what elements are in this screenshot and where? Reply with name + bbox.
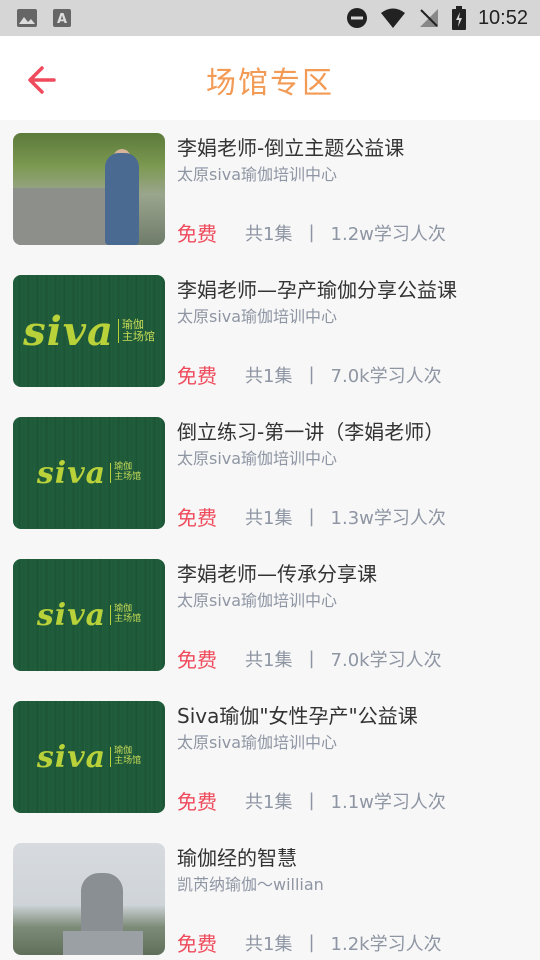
meta-separator: | (308, 506, 315, 527)
logo-cn-bottom: 主场馆 (114, 614, 142, 624)
learner-count: 7.0k学习人次 (330, 365, 442, 387)
course-meta: 免费 共1集 | 7.0k学习人次 (177, 360, 442, 389)
logo-brand: siva (36, 739, 107, 775)
meta-separator: | (308, 790, 315, 811)
logo-cn-bottom: 主场馆 (114, 472, 142, 482)
course-title: 李娟老师—孕产瑜伽分享公益课 (177, 278, 457, 302)
svg-text:A: A (57, 12, 67, 27)
course-item[interactable]: 李娟老师-倒立主题公益课 太原siva瑜伽培训中心 免费 共1集 | 1.2w学… (0, 120, 540, 262)
siva-logo: siva 瑜伽 主场馆 (37, 740, 141, 775)
siva-logo: siva 瑜伽 主场馆 (37, 456, 141, 491)
meta-separator: | (308, 364, 315, 385)
wifi-icon (380, 8, 405, 28)
font-icon: A (53, 9, 71, 27)
course-meta: 免费 共1集 | 1.2w学习人次 (177, 218, 446, 247)
course-org: 太原siva瑜伽培训中心 (177, 449, 338, 468)
clock: 10:52 (477, 6, 528, 29)
learner-count: 7.0k学习人次 (330, 649, 442, 671)
person-figure (105, 153, 139, 245)
course-title: Siva瑜伽"女性孕产"公益课 (177, 704, 418, 728)
course-thumbnail: siva 瑜伽 主场馆 (13, 559, 165, 671)
do-not-disturb-icon (346, 8, 367, 28)
price-label: 免费 (177, 790, 217, 814)
siva-logo: siva 瑜伽 主场馆 (23, 308, 155, 355)
course-org: 太原siva瑜伽培训中心 (177, 591, 338, 610)
course-title: 瑜伽经的智慧 (177, 846, 297, 870)
learner-count: 1.2k学习人次 (330, 933, 442, 955)
logo-brand: siva (23, 307, 114, 355)
course-item[interactable]: siva 瑜伽 主场馆 倒立练习-第一讲（李娟老师） 太原siva瑜伽培训中心 … (0, 404, 540, 546)
learner-count: 1.2w学习人次 (330, 223, 446, 245)
meta-separator: | (308, 648, 315, 669)
logo-cn: 瑜伽 主场馆 (110, 746, 142, 767)
statue-base (63, 931, 143, 955)
episode-count: 共1集 (245, 507, 293, 529)
logo-cn: 瑜伽 主场馆 (110, 604, 142, 625)
logo-cn: 瑜伽 主场馆 (117, 318, 155, 344)
price-label: 免费 (177, 364, 217, 388)
course-org: 太原siva瑜伽培训中心 (177, 165, 338, 184)
logo-brand: siva (36, 597, 107, 633)
course-item[interactable]: 瑜伽经的智慧 凯芮纳瑜伽～willian 免费 共1集 | 1.2k学习人次 (0, 830, 540, 960)
course-title: 李娟老师-倒立主题公益课 (177, 136, 405, 160)
course-thumbnail: siva 瑜伽 主场馆 (13, 275, 165, 387)
gallery-icon (17, 9, 37, 27)
course-meta: 免费 共1集 | 7.0k学习人次 (177, 644, 442, 673)
logo-cn: 瑜伽 主场馆 (110, 462, 142, 483)
app-header: 场馆专区 (0, 36, 540, 120)
page-title: 场馆专区 (206, 66, 334, 101)
price-label: 免费 (177, 648, 217, 672)
logo-cn-bottom: 主场馆 (114, 756, 142, 766)
course-item[interactable]: siva 瑜伽 主场馆 李娟老师—传承分享课 太原siva瑜伽培训中心 免费 共… (0, 546, 540, 688)
price-label: 免费 (177, 506, 217, 530)
course-title: 倒立练习-第一讲（李娟老师） (177, 420, 445, 444)
course-org: 太原siva瑜伽培训中心 (177, 733, 338, 752)
logo-cn-bottom: 主场馆 (121, 330, 155, 343)
course-title: 李娟老师—传承分享课 (177, 562, 377, 586)
episode-count: 共1集 (245, 791, 293, 813)
battery-icon (451, 6, 466, 30)
course-meta: 免费 共1集 | 1.1w学习人次 (177, 786, 446, 815)
course-thumbnail: siva 瑜伽 主场馆 (13, 701, 165, 813)
price-label: 免费 (177, 222, 217, 246)
episode-count: 共1集 (245, 365, 293, 387)
course-meta: 免费 共1集 | 1.3w学习人次 (177, 502, 446, 531)
episode-count: 共1集 (245, 933, 293, 955)
course-thumbnail: siva 瑜伽 主场馆 (13, 417, 165, 529)
course-org: 凯芮纳瑜伽～willian (177, 875, 324, 894)
course-meta: 免费 共1集 | 1.2k学习人次 (177, 928, 442, 957)
meta-separator: | (308, 222, 315, 243)
episode-count: 共1集 (245, 649, 293, 671)
no-signal-icon (419, 9, 438, 27)
siva-logo: siva 瑜伽 主场馆 (37, 598, 141, 633)
course-thumbnail (13, 133, 165, 245)
course-item[interactable]: siva 瑜伽 主场馆 Siva瑜伽"女性孕产"公益课 太原siva瑜伽培训中心… (0, 688, 540, 830)
price-label: 免费 (177, 932, 217, 956)
logo-brand: siva (36, 455, 107, 491)
course-item[interactable]: siva 瑜伽 主场馆 李娟老师—孕产瑜伽分享公益课 太原siva瑜伽培训中心 … (0, 262, 540, 404)
status-bar: A 10:52 (0, 0, 540, 36)
learner-count: 1.1w学习人次 (330, 791, 446, 813)
episode-count: 共1集 (245, 223, 293, 245)
learner-count: 1.3w学习人次 (330, 507, 446, 529)
course-org: 太原siva瑜伽培训中心 (177, 307, 338, 326)
course-list: 李娟老师-倒立主题公益课 太原siva瑜伽培训中心 免费 共1集 | 1.2w学… (0, 120, 540, 960)
course-thumbnail (13, 843, 165, 955)
meta-separator: | (308, 932, 315, 953)
